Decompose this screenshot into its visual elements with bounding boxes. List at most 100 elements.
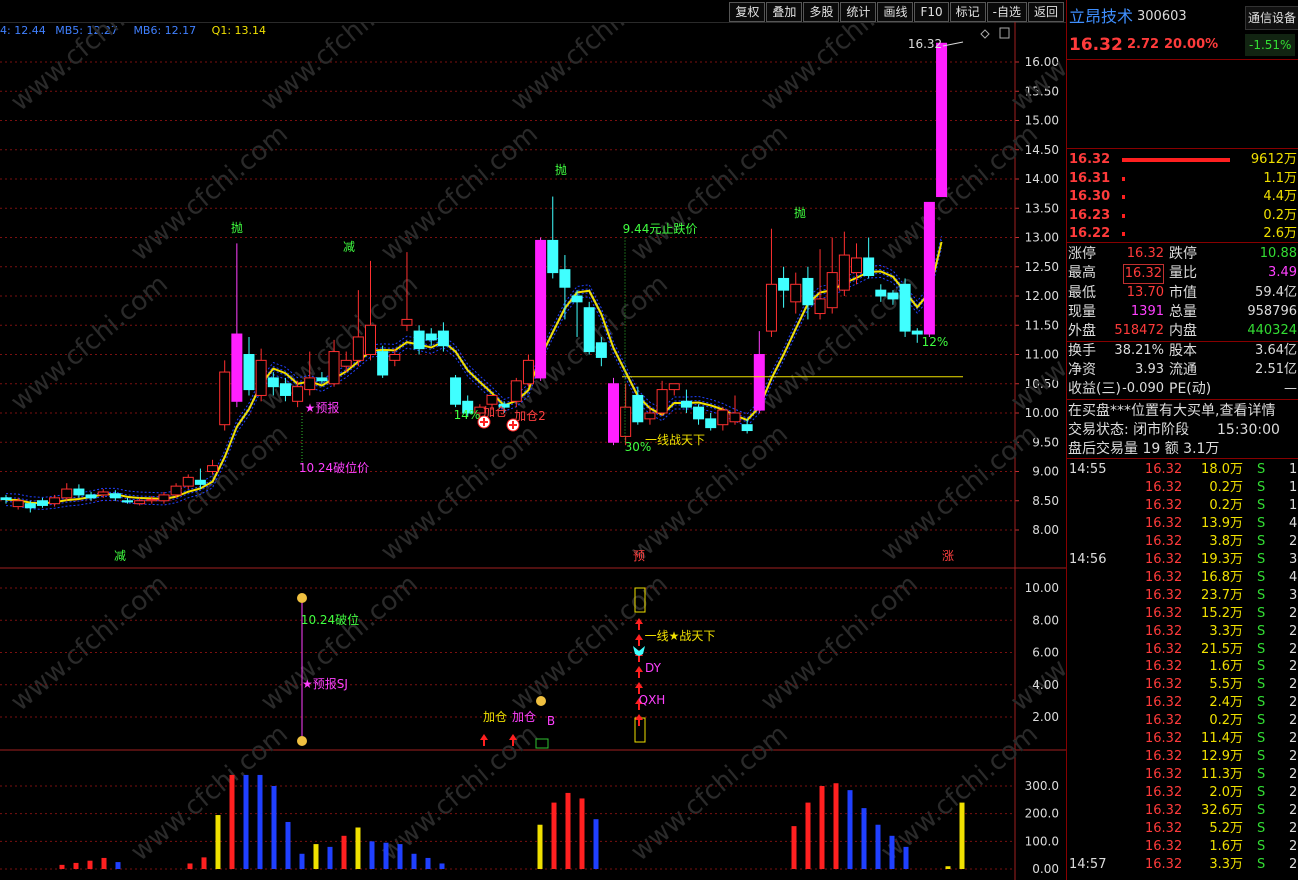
toolbar-button-1[interactable]: 叠加 [766, 2, 803, 22]
stat-label: 净资 [1068, 361, 1096, 378]
order-book-row[interactable]: 16.31 1.1万 [1067, 170, 1298, 188]
candle-body [207, 465, 219, 472]
tick-volume: 19.3万 [1201, 551, 1243, 567]
stat-label: 最低 [1068, 284, 1096, 301]
tick-row: 16.32 16.8万 S 4 [1067, 569, 1298, 587]
tick-side: S [1257, 497, 1266, 513]
stat-value: 3.93 [1135, 361, 1164, 377]
order-book-row[interactable]: 16.30 4.4万 [1067, 188, 1298, 206]
chart-annotation: 减 [114, 549, 126, 563]
candle-body [24, 503, 36, 509]
stock-name[interactable]: 立昂技术 [1069, 6, 1133, 28]
window-icon [999, 27, 1010, 39]
stat-label: 量比 [1169, 265, 1197, 282]
kline-chart[interactable]: 16.0015.5015.0014.5014.0013.5013.0012.50… [0, 22, 1066, 880]
tick-count: 2 [1289, 641, 1298, 657]
candle-body [377, 351, 389, 376]
volume-bar [819, 786, 825, 869]
volume-bar [313, 844, 319, 869]
candle-body [389, 354, 401, 361]
order-book-row[interactable]: 16.23 0.2万 [1067, 207, 1298, 225]
volume-bar [537, 824, 543, 869]
stat-label: 换手 [1068, 342, 1096, 359]
candle-body [158, 494, 170, 502]
tick-row: 16.32 3.8万 S 2 [1067, 533, 1298, 551]
toolbar-button-6[interactable]: 标记 [949, 2, 986, 22]
stat-value: -0.090 [1122, 381, 1164, 397]
tick-price: 16.32 [1145, 479, 1183, 495]
ob-bar [1122, 232, 1125, 236]
candle-body [219, 371, 231, 426]
tick-count: 1 [1289, 497, 1298, 513]
tick-row: 16.32 12.9万 S 2 [1067, 748, 1298, 766]
tick-row: 16.32 15.2万 S 2 [1067, 605, 1298, 623]
toolbar-button-2[interactable]: 多股 [803, 2, 840, 22]
candle-body [741, 424, 753, 432]
trade-status-time: 15:30:00 [1217, 422, 1280, 438]
tick-row: 16.32 1.6万 S 2 [1067, 658, 1298, 676]
stat-value: 3.64亿 [1255, 342, 1297, 358]
volume-bar [355, 827, 361, 869]
tick-price: 16.32 [1145, 497, 1183, 513]
stat-value: 16.32 [1126, 246, 1164, 261]
stat-value: 16.32 [1122, 264, 1164, 285]
toolbar-button-4[interactable]: 画线 [877, 2, 914, 22]
chart-annotation: 减 [343, 240, 355, 254]
watermark: www.cfchi.com [255, 569, 424, 717]
volume-bar [861, 808, 867, 869]
indicator-tick-label: 4.00 [1032, 678, 1059, 692]
toolbar-button-3[interactable]: 统计 [840, 2, 877, 22]
watermark: www.cfchi.com [625, 719, 794, 867]
chart-annotation: 加仓2 [514, 409, 546, 423]
tick-price: 16.32 [1145, 551, 1183, 567]
stat-label: 最高 [1068, 265, 1096, 282]
tick-count: 1 [1289, 462, 1298, 477]
watermark: www.cfchi.com [1005, 22, 1066, 117]
candle-body [0, 497, 12, 501]
toolbar-button-0[interactable]: 复权 [729, 2, 766, 22]
tick-row: 16.32 2.0万 S 2 [1067, 784, 1298, 802]
watermark: www.cfchi.com [755, 569, 924, 717]
volume-bar [833, 783, 839, 869]
sector-button[interactable]: 通信设备 [1245, 6, 1298, 30]
ob-volume: 0.2万 [1263, 207, 1297, 223]
chart-toolbar: 复权 叠加 多股 统计 画线 F10 标记 -自选 返回 [0, 0, 1066, 23]
candle-body [753, 354, 765, 411]
tick-volume: 3.3万 [1209, 856, 1243, 872]
quote-panel: 立昂技术 300603 通信设备 16.32 2.72 20.00% -1.51… [1066, 0, 1298, 880]
toolbar-button-5[interactable]: F10 [914, 2, 949, 22]
volume-bar [565, 792, 571, 869]
candle-body [182, 476, 194, 487]
indicator-label: 加仓 [483, 710, 507, 724]
volume-bar [115, 862, 121, 869]
chart-annotation: 预 [633, 549, 645, 563]
big-order-notice[interactable]: 在买盘***位置有大买单,查看详情 [1068, 402, 1275, 420]
tick-row: 16.32 23.7万 S 3 [1067, 587, 1298, 605]
volume-bar [229, 774, 235, 869]
candle-body [292, 386, 304, 402]
candle-body [522, 359, 534, 385]
candle-body [49, 497, 61, 505]
chart-annotation: 12% [922, 335, 949, 349]
candle-body [61, 488, 73, 499]
indicator-label: B [547, 714, 555, 728]
candle-body [12, 500, 24, 508]
order-book-row[interactable]: 16.22 2.6万 [1067, 225, 1298, 243]
volume-bar [889, 835, 895, 869]
order-book-row[interactable]: 16.32 9612万 [1067, 151, 1298, 169]
volume-bar [201, 857, 207, 869]
volume-bar [187, 863, 193, 869]
toolbar-button-7[interactable]: -自选 [986, 2, 1027, 22]
butterfly-icon [633, 646, 645, 656]
volume-bar [73, 862, 79, 869]
volume-bar [847, 790, 853, 869]
toolbar-button-8[interactable]: 返回 [1027, 2, 1064, 22]
tick-side: S [1257, 713, 1266, 729]
tick-price: 16.32 [1145, 569, 1183, 585]
tick-time: 14:57 [1069, 856, 1107, 872]
after-hours-volume: 盘后交易量 19 额 3.1万 [1068, 441, 1220, 457]
tick-volume: 13.9万 [1201, 515, 1243, 531]
watermark: www.cfchi.com [875, 119, 1044, 267]
tick-side: S [1257, 551, 1266, 567]
chart-annotation: 抛 [231, 220, 243, 235]
